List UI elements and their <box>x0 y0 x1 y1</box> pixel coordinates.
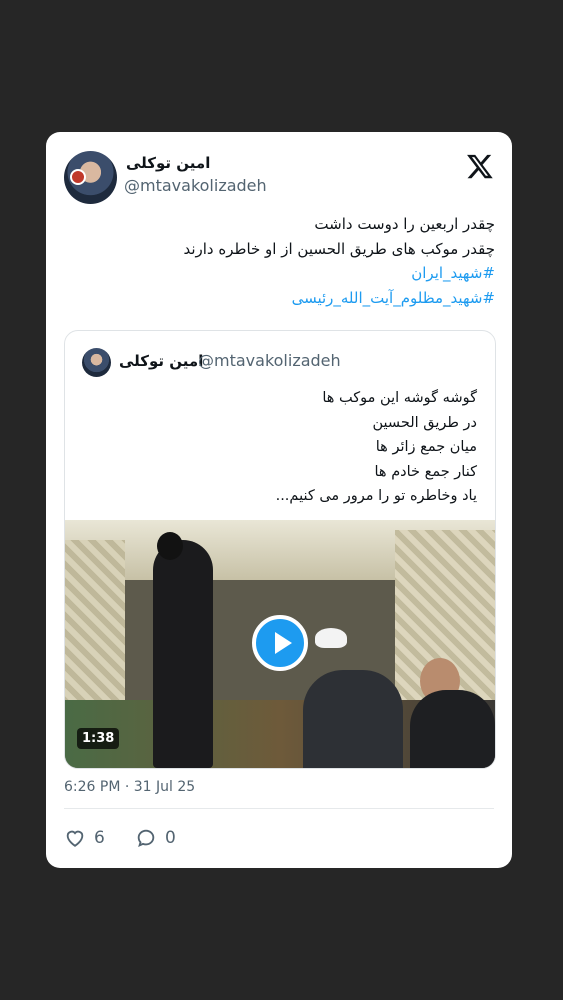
play-icon[interactable] <box>252 615 308 671</box>
hashtag-link[interactable]: #شهید_ایران <box>65 261 495 286</box>
quoted-line: در طریق الحسین <box>372 414 477 431</box>
reply-count: 0 <box>165 828 176 848</box>
quoted-author-handle[interactable]: @mtavakolizadeh <box>198 351 341 370</box>
author-name[interactable]: امین توکلی <box>126 154 210 172</box>
like-button[interactable]: 6 <box>64 826 105 850</box>
quoted-tweet[interactable]: امین توکلی @mtavakolizadeh گوشه گوشه این… <box>64 330 496 769</box>
video-player[interactable]: 1:38 <box>65 520 495 768</box>
tweet-line: چقدر موکب های طریق الحسین از او خاطره دا… <box>183 239 495 258</box>
quoted-tweet-text: گوشه گوشه این موکب ها در طریق الحسین میا… <box>276 386 477 509</box>
quoted-line: یاد وخاطره تو را مرور می کنیم... <box>275 488 477 504</box>
comment-icon <box>137 829 155 847</box>
tweet-text: چقدر اربعین را دوست داشت چقدر موکب های ط… <box>65 212 495 310</box>
heart-icon <box>66 830 84 847</box>
divider <box>64 808 494 809</box>
video-figure-turban <box>315 628 347 648</box>
quoted-author-avatar[interactable] <box>82 348 111 377</box>
like-count: 6 <box>94 828 105 848</box>
video-figure <box>153 540 213 768</box>
reply-button[interactable]: 0 <box>135 826 176 850</box>
author-handle[interactable]: @mtavakolizadeh <box>124 176 267 195</box>
x-logo-icon <box>467 154 493 179</box>
tweet-timestamp[interactable]: 6:26 PM · 31 Jul 25 <box>64 779 195 795</box>
tweet-line: چقدر اربعین را دوست داشت <box>314 215 495 233</box>
video-figure <box>303 670 403 768</box>
video-figure-head <box>157 532 183 560</box>
video-duration-badge: 1:38 <box>77 728 120 749</box>
quoted-line: کنار جمع خادم ها <box>374 463 477 480</box>
quoted-line: میان جمع زائر ها <box>375 439 477 455</box>
avatar-badge <box>70 169 86 185</box>
quoted-line: گوشه گوشه این موکب ها <box>322 390 477 406</box>
author-avatar[interactable] <box>64 151 117 204</box>
hashtag-link[interactable]: #شهید_مظلوم_آیت_الله_رئیسی <box>65 286 495 311</box>
tweet-card[interactable]: امین توکلی @mtavakolizadeh چقدر اربعین ر… <box>46 132 512 868</box>
video-figure <box>410 690 495 768</box>
quoted-author-name[interactable]: امین توکلی <box>119 352 203 370</box>
